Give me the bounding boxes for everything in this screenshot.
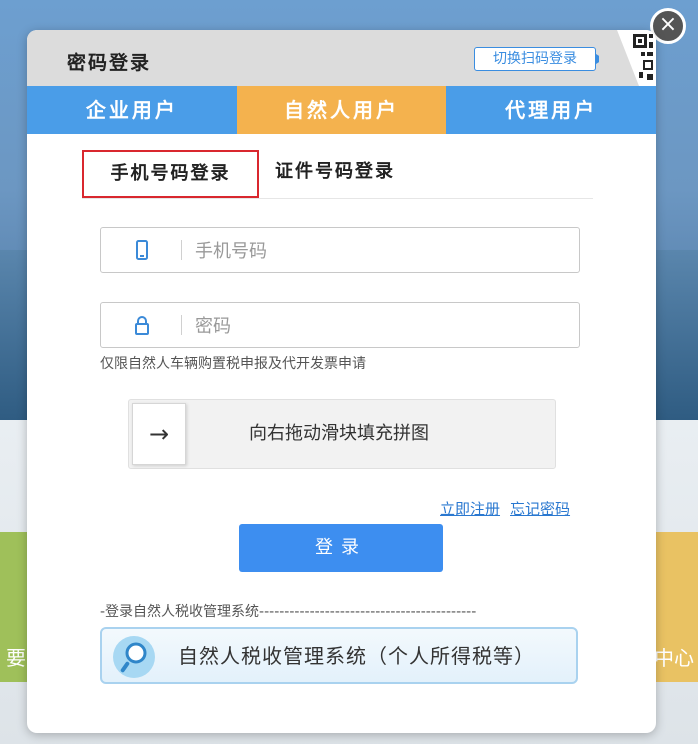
dialog-header: 密码登录 切换扫码登录 — [27, 30, 656, 86]
slider-instruction: 向右拖动滑块填充拼图 — [249, 423, 429, 444]
slider-handle[interactable]: → — [132, 403, 186, 465]
tab-natural-person-user[interactable]: 自然人用户 — [236, 86, 447, 134]
dialog-title: 密码登录 — [67, 52, 152, 74]
phone-input[interactable] — [193, 228, 567, 274]
switch-to-qr-login-button[interactable]: 切换扫码登录 — [474, 47, 604, 71]
login-dialog: 密码登录 切换扫码登录 企业用户 自然人用户 代理用户 手机号码登录 证件号码登… — [27, 30, 656, 733]
tab-enterprise-user[interactable]: 企业用户 — [27, 86, 237, 134]
mobile-phone-icon — [136, 240, 148, 260]
account-links: 立即注册 忘记密码 — [440, 498, 580, 519]
slider-captcha: → 向右拖动滑块填充拼图 — [128, 399, 556, 469]
register-link[interactable]: 立即注册 — [440, 500, 500, 518]
tab-agent-user[interactable]: 代理用户 — [446, 86, 656, 134]
tax-system-label: 自然人税收管理系统（个人所得税等） — [178, 644, 535, 668]
field-separator — [181, 315, 182, 335]
system-divider-label: -登录自然人税收管理系统----------------------------… — [100, 604, 477, 620]
user-type-tabs: 企业用户 自然人用户 代理用户 — [27, 86, 656, 134]
password-input[interactable] — [193, 303, 567, 349]
tab-id-login[interactable]: 证件号码登录 — [275, 150, 395, 196]
magnifier-icon — [113, 636, 155, 678]
natural-person-tax-system-button[interactable]: 自然人税收管理系统（个人所得税等） — [100, 627, 578, 684]
qr-code-icon[interactable] — [599, 30, 656, 86]
left-tile-text: 要 — [6, 646, 26, 670]
login-hint-text: 仅限自然人车辆购置税申报及代开发票申请 — [100, 356, 366, 372]
forgot-password-link[interactable]: 忘记密码 — [510, 500, 570, 518]
close-icon: × — [658, 12, 678, 37]
login-button[interactable]: 登录 — [239, 524, 443, 572]
right-tile-text: 中心 — [654, 646, 694, 670]
lock-icon — [135, 316, 149, 335]
password-field — [100, 302, 580, 349]
field-separator — [181, 240, 182, 260]
arrow-right-icon: → — [148, 420, 170, 448]
tab-phone-login[interactable]: 手机号码登录 — [82, 150, 259, 198]
right-service-tile: 中心 — [650, 532, 698, 682]
login-method-tabs: 手机号码登录 证件号码登录 — [82, 150, 593, 199]
phone-field — [100, 227, 580, 274]
